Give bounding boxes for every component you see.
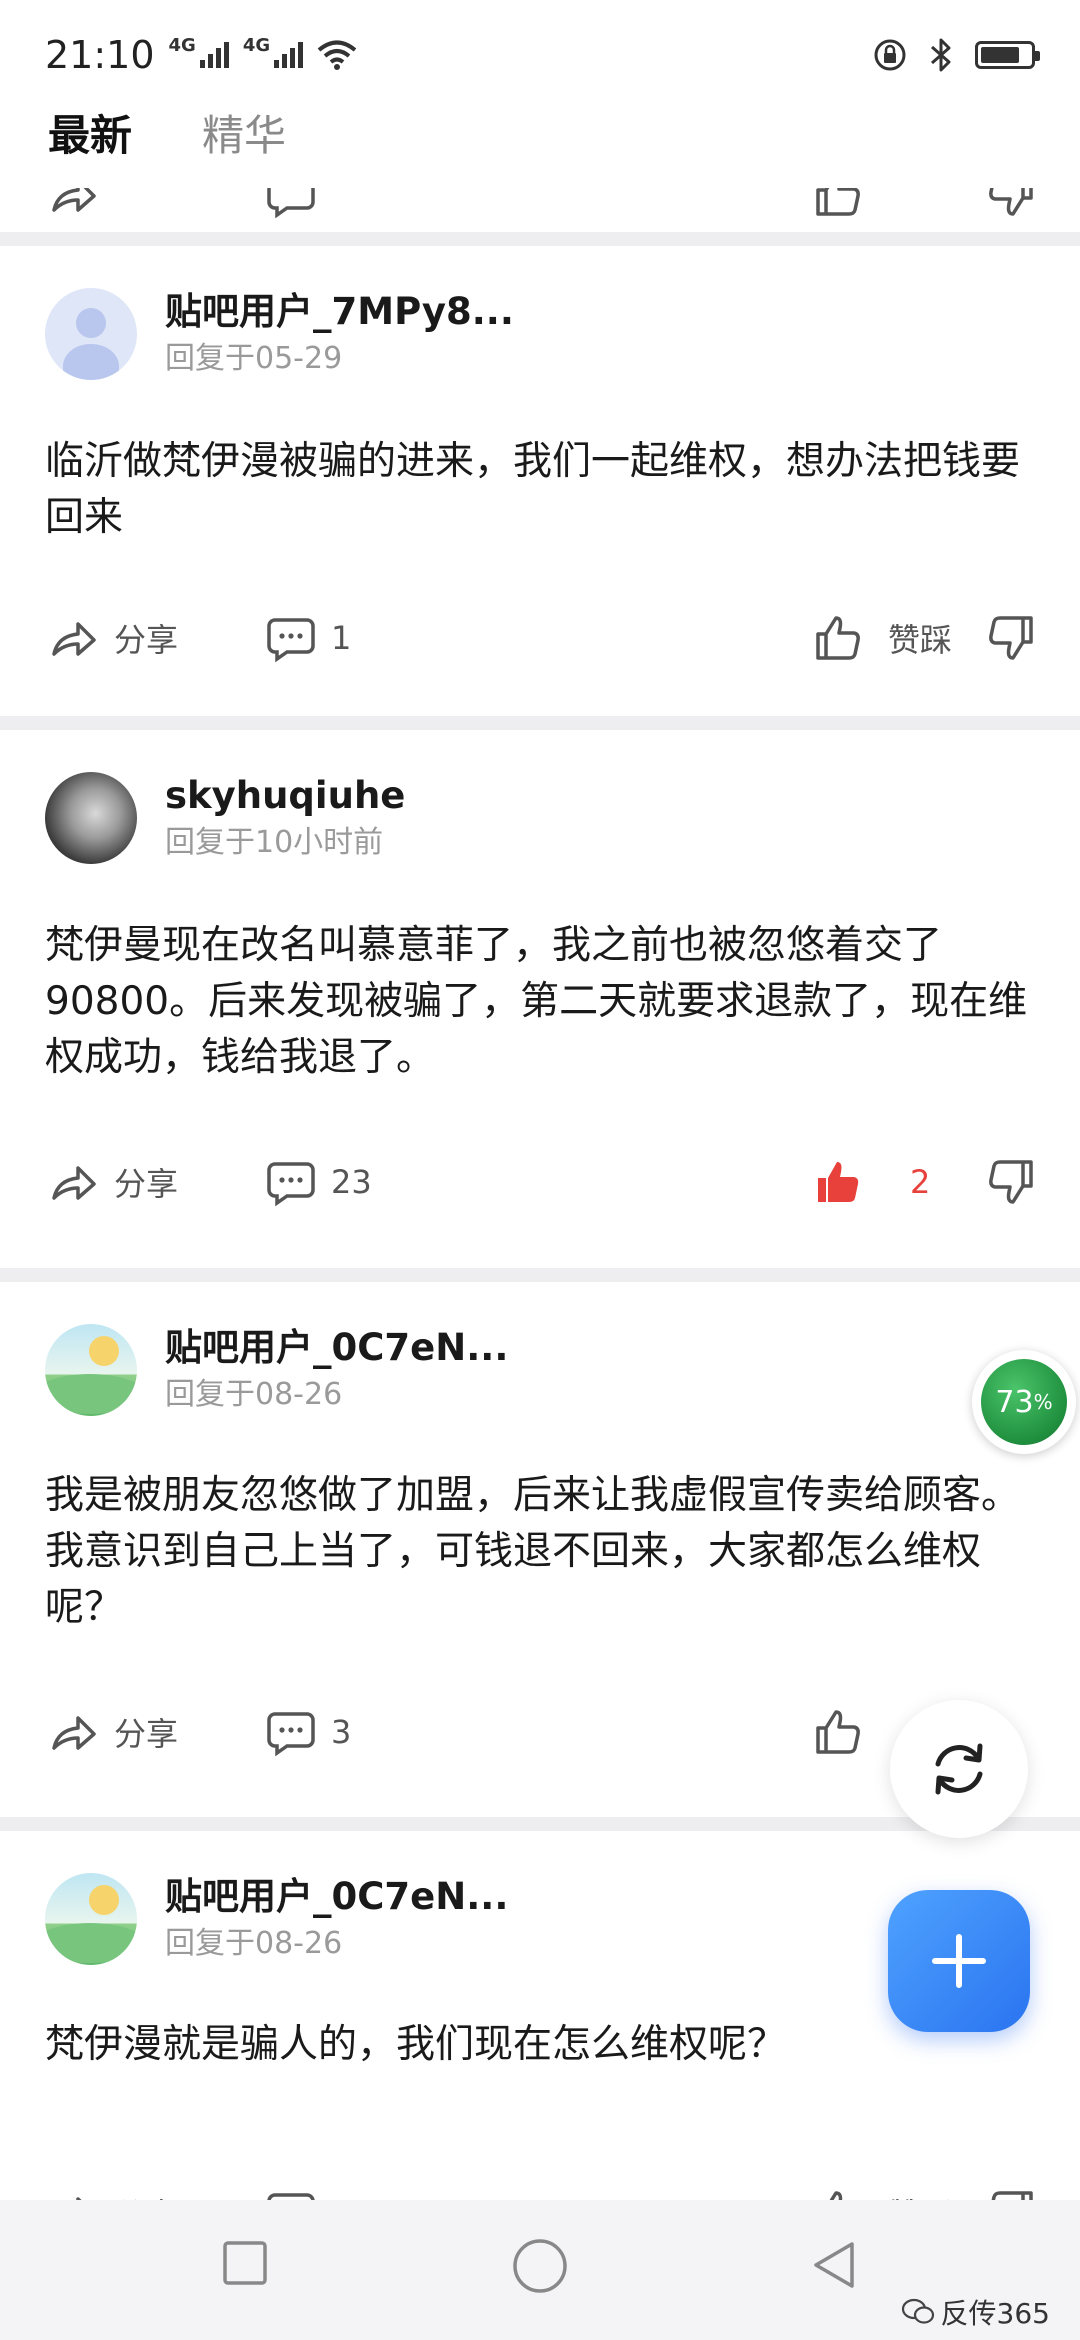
share-icon — [52, 188, 96, 212]
status-time: 21:10 — [45, 33, 155, 77]
post-content[interactable]: 临沂做梵伊漫被骗的进来，我们一起维权，想办法把钱要回来 — [45, 434, 1042, 546]
comment-icon — [267, 1162, 315, 1207]
username[interactable]: 贴吧用户_0C7eN... — [165, 1324, 508, 1372]
username[interactable]: 贴吧用户_7MPy8... — [165, 288, 514, 336]
signal-icon — [274, 42, 304, 68]
source-watermark: 反传365 — [901, 2292, 1050, 2332]
thumbs-up-icon — [816, 1710, 860, 1754]
home-button[interactable] — [512, 2238, 568, 2294]
username[interactable]: skyhuqiuhe — [165, 772, 405, 820]
thumbs-up-icon — [816, 188, 860, 216]
like-button[interactable] — [812, 1692, 864, 1772]
share-label: 分享 — [114, 1165, 179, 1203]
rotation-lock-icon — [874, 39, 906, 71]
post-content[interactable]: 梵伊漫就是骗人的，我们现在怎么维权呢？ — [45, 2017, 1042, 2073]
thumbs-down-icon — [989, 616, 1033, 660]
share-label: 分享 — [114, 1715, 179, 1753]
network-type-2: 4G — [242, 34, 271, 56]
like-count: 2 — [910, 1163, 931, 1201]
refresh-button[interactable] — [890, 1700, 1028, 1838]
avatar[interactable] — [45, 1873, 137, 1965]
like-button[interactable] — [812, 1142, 864, 1222]
share-button[interactable]: 分享 — [48, 598, 178, 678]
comment-count: 1 — [331, 619, 352, 657]
progress-unit: % — [1033, 1390, 1053, 1414]
share-button[interactable]: 分享 — [48, 1692, 178, 1772]
reply-time: 回复于10小时前 — [165, 825, 384, 860]
post-content[interactable]: 梵伊曼现在改名叫慕意菲了，我之前也被忽悠着交了90800。后来发现被骗了，第二天… — [45, 918, 1042, 1086]
comment-button[interactable]: 1 — [265, 598, 351, 678]
avatar[interactable] — [45, 288, 137, 380]
comment-button[interactable]: 23 — [265, 1142, 372, 1222]
post-card[interactable]: skyhuqiuhe 回复于10小时前 梵伊曼现在改名叫慕意菲了，我之前也被忽悠… — [0, 730, 1080, 1268]
recents-button[interactable] — [222, 2240, 268, 2286]
thumbs-up-icon — [816, 616, 860, 660]
dislike-button[interactable] — [985, 1142, 1037, 1222]
vote-label: 赞踩 — [888, 621, 953, 659]
share-icon — [52, 622, 96, 656]
speed-boost-badge[interactable]: 73% — [972, 1350, 1076, 1454]
tab-featured[interactable]: 精华 — [202, 110, 286, 162]
wifi-icon — [317, 40, 357, 70]
thumbs-up-filled-icon — [818, 1162, 859, 1202]
comment-count: 23 — [331, 1163, 372, 1201]
reply-time: 回复于08-26 — [165, 1377, 343, 1412]
comment-icon — [267, 188, 315, 219]
like-button[interactable] — [812, 598, 864, 678]
reply-time: 回复于05-29 — [165, 341, 343, 376]
comment-count: 3 — [331, 1713, 352, 1751]
signal-icon — [199, 42, 229, 68]
comment-icon — [267, 618, 315, 663]
thumbs-down-icon — [989, 1160, 1033, 1204]
plus-icon — [932, 1934, 986, 1988]
share-icon — [52, 1716, 96, 1750]
new-post-button[interactable] — [888, 1890, 1030, 2032]
comment-button[interactable]: 3 — [265, 1692, 351, 1772]
share-label: 分享 — [114, 621, 179, 659]
previous-post-peek — [0, 188, 1080, 232]
battery-icon — [975, 41, 1040, 69]
wechat-icon — [901, 2298, 934, 2324]
comment-icon — [267, 1712, 315, 1757]
action-row: 分享 23 2 — [0, 1142, 1080, 1222]
separator — [0, 716, 1080, 730]
share-button[interactable]: 分享 — [48, 1142, 178, 1222]
bluetooth-icon — [931, 38, 951, 72]
avatar[interactable] — [45, 1324, 137, 1416]
tab-bar: 最新 精华 — [0, 110, 1080, 188]
username[interactable]: 贴吧用户_0C7eN... — [165, 1873, 508, 1921]
avatar[interactable] — [45, 772, 137, 864]
separator — [0, 1268, 1080, 1282]
back-button[interactable] — [810, 2240, 860, 2290]
tab-latest[interactable]: 最新 — [48, 110, 132, 162]
thumbs-down-icon — [989, 188, 1033, 216]
refresh-icon — [935, 1743, 983, 1795]
action-row: 分享 1 赞踩 — [0, 598, 1080, 678]
status-bar: 21:10 4G 4G — [0, 0, 1080, 110]
post-content[interactable]: 我是被朋友忽悠做了加盟，后来让我虚假宣传卖给顾客。我意识到自己上当了，可钱退不回… — [45, 1468, 1042, 1636]
separator — [0, 232, 1080, 246]
share-icon — [52, 1166, 96, 1200]
network-type-1: 4G — [168, 34, 196, 56]
dislike-button[interactable] — [985, 598, 1037, 678]
progress-value: 73 — [995, 1384, 1034, 1420]
post-card[interactable]: 贴吧用户_7MPy8... 回复于05-29 临沂做梵伊漫被骗的进来，我们一起维… — [0, 246, 1080, 716]
reply-time: 回复于08-26 — [165, 1926, 343, 1961]
